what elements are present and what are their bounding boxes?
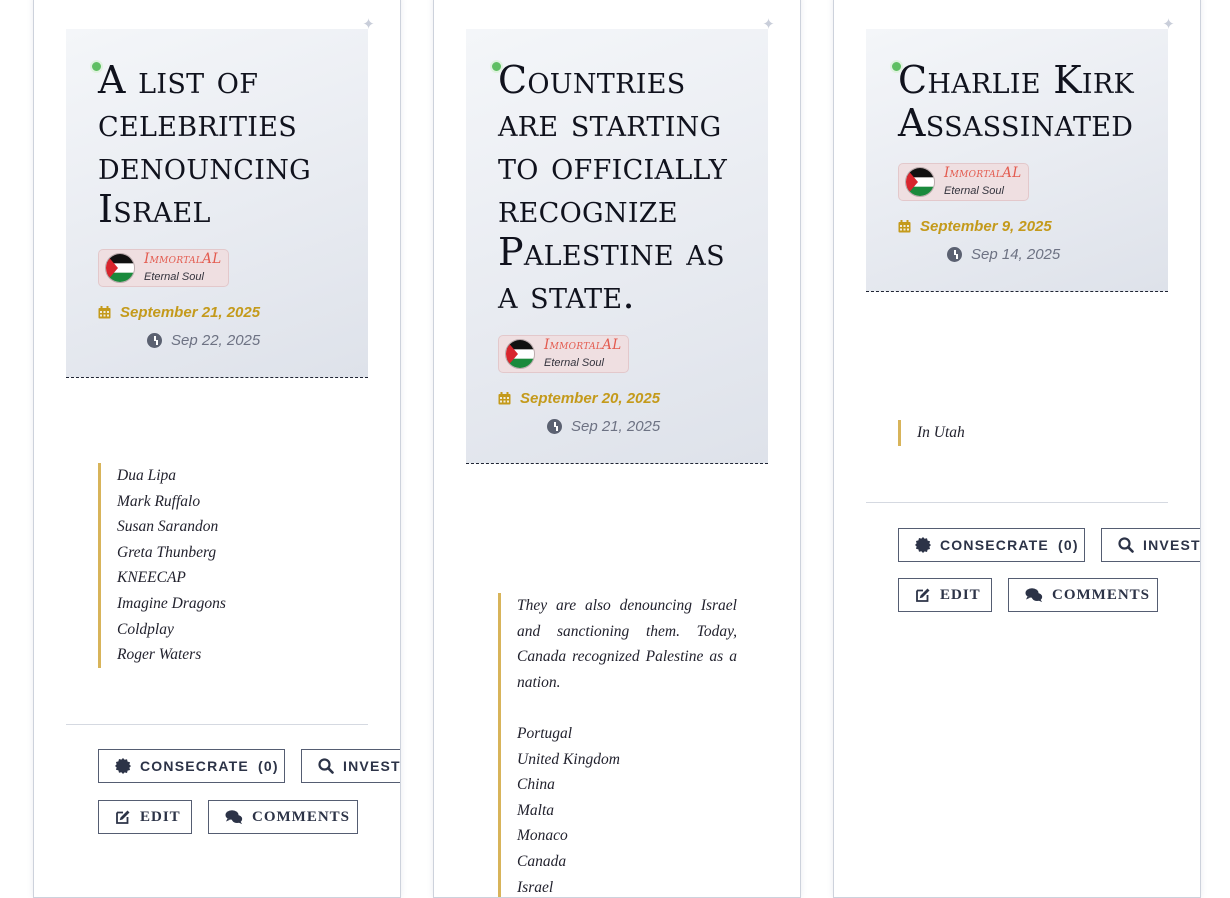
edit-icon [916, 588, 930, 602]
edit-label: EDIT [140, 808, 181, 825]
updated-date: Sep 14, 2025 [898, 246, 1168, 263]
post-date: September 20, 2025 [498, 390, 768, 407]
post-title[interactable]: A list of celebrities denouncing Israel [98, 59, 368, 231]
edit-label: EDIT [940, 586, 981, 603]
list-item: Greta Thunberg [117, 543, 217, 561]
post-body: They are also denouncing Israel and sanc… [498, 593, 737, 897]
post-date: September 9, 2025 [898, 218, 1168, 235]
post-body-paragraph: They are also denouncing Israel and sanc… [517, 597, 737, 691]
palestine-flag-icon [106, 254, 134, 282]
list-item: Malta [517, 801, 555, 819]
edit-button[interactable]: EDIT [98, 800, 192, 834]
divider [866, 502, 1168, 503]
consecrate-button[interactable]: CONSECRATE (0) [898, 528, 1085, 562]
list-item: Roger Waters [117, 646, 202, 664]
updated-date-text: Sep 22, 2025 [171, 332, 261, 349]
list-item: Dua Lipa [117, 467, 176, 484]
clock-icon [547, 419, 562, 434]
author-rank: Eternal Soul [144, 271, 204, 283]
author-badge[interactable]: ImmortalAL Eternal Soul [90, 60, 230, 287]
list-item: Mark Ruffalo [117, 492, 201, 510]
post-date: September 21, 2025 [98, 304, 368, 321]
consecrate-button[interactable]: CONSECRATE (0) [98, 749, 285, 783]
comments-button[interactable]: COMMENTS [208, 800, 358, 834]
post-body: In Utah [898, 420, 965, 446]
clock-icon [947, 247, 962, 262]
post-header: Countries are starting to officially rec… [466, 29, 768, 464]
search-icon [318, 758, 334, 774]
palestine-flag-icon [506, 340, 534, 368]
list-item: Imagine Dragons [117, 594, 226, 612]
consecrate-count: (0) [257, 758, 279, 774]
calendar-icon [98, 306, 111, 319]
updated-date: Sep 22, 2025 [98, 332, 368, 349]
online-status-icon [490, 60, 503, 73]
avatar [905, 167, 935, 197]
investigate-button[interactable]: INVESTI [301, 749, 401, 783]
list-item: Israel [517, 878, 554, 896]
avatar [505, 339, 535, 369]
list-item: Portugal [517, 724, 573, 742]
post-title[interactable]: Charlie Kirk Assassinated [898, 59, 1168, 145]
list-item: Monaco [517, 827, 568, 845]
comments-icon [225, 810, 243, 825]
author-name[interactable]: ImmortalAL [544, 338, 621, 352]
clock-icon [147, 333, 162, 348]
post-card: ✦ Countries are starting to officially r… [433, 0, 801, 898]
list-item: Coldplay [117, 620, 174, 638]
post-body-text: In Utah [917, 424, 965, 441]
updated-date-text: Sep 21, 2025 [571, 418, 661, 435]
palestine-flag-icon [906, 168, 934, 196]
post-header: A list of celebrities denouncing Israel … [66, 29, 368, 378]
list-item: China [517, 776, 555, 794]
calendar-icon [898, 220, 911, 233]
consecrate-label: CONSECRATE [140, 758, 249, 774]
author-badge[interactable]: ImmortalAL Eternal Soul [490, 60, 630, 373]
post-date-text: September 20, 2025 [520, 390, 661, 407]
post-card: ✦ Charlie Kirk Assassinated ImmortalAL E… [833, 0, 1201, 898]
comments-label: COMMENTS [1052, 586, 1150, 603]
updated-date-text: Sep 14, 2025 [971, 246, 1061, 263]
badge-icon [115, 758, 131, 774]
author-badge[interactable]: ImmortalAL Eternal Soul [890, 60, 1030, 201]
list-item: United Kingdom [517, 750, 620, 768]
investigate-label: INVESTI [1143, 537, 1201, 553]
list-item: KNEECAP [117, 569, 186, 587]
post-body: Dua Lipa Mark Ruffalo Susan Sarandon Gre… [98, 463, 226, 668]
post-card: ✦ A list of celebrities denouncing Israe… [33, 0, 401, 898]
post-date-text: September 9, 2025 [920, 218, 1052, 235]
investigate-button[interactable]: INVESTI [1101, 528, 1201, 562]
edit-button[interactable]: EDIT [898, 578, 992, 612]
online-status-icon [90, 60, 103, 73]
updated-date: Sep 21, 2025 [498, 418, 768, 435]
author-name[interactable]: ImmortalAL [944, 166, 1021, 180]
calendar-icon [498, 392, 511, 405]
search-icon [1118, 537, 1134, 553]
author-rank: Eternal Soul [544, 357, 604, 369]
list-item: Susan Sarandon [117, 518, 219, 536]
avatar [105, 253, 135, 283]
comments-label: COMMENTS [252, 808, 350, 825]
comments-button[interactable]: COMMENTS [1008, 578, 1158, 612]
consecrate-count: (0) [1057, 537, 1079, 553]
author-name[interactable]: ImmortalAL [144, 252, 221, 266]
post-header: Charlie Kirk Assassinated ImmortalAL Ete… [866, 29, 1168, 292]
author-rank: Eternal Soul [944, 185, 1004, 197]
edit-icon [116, 810, 130, 824]
online-status-icon [890, 60, 903, 73]
post-date-text: September 21, 2025 [120, 304, 261, 321]
list-item: Canada [517, 852, 567, 870]
comments-icon [1025, 588, 1043, 603]
post-title[interactable]: Countries are starting to officially rec… [498, 59, 768, 317]
badge-icon [915, 537, 931, 553]
divider [66, 724, 368, 725]
consecrate-label: CONSECRATE [940, 537, 1049, 553]
investigate-label: INVESTI [343, 758, 401, 774]
